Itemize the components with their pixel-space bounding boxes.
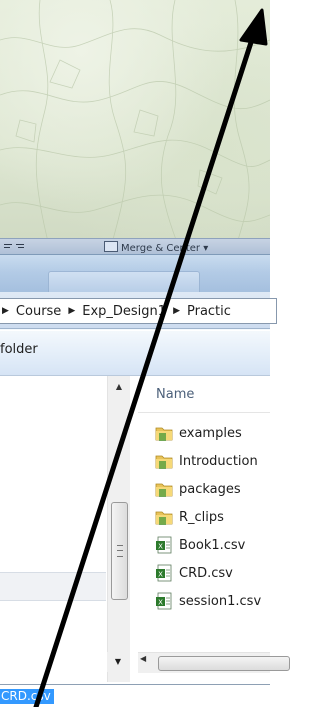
folder-icon: [155, 427, 173, 441]
title-glass-highlight: [48, 271, 200, 292]
breadcrumb[interactable]: ▶ Course ▶ Exp_Design1 ▶ Practic: [0, 298, 277, 324]
nav-selected-item[interactable]: [0, 572, 106, 601]
scroll-left-arrow-icon[interactable]: ◀: [140, 654, 146, 663]
merge-icon: [104, 241, 118, 252]
file-name: Introduction: [179, 453, 258, 469]
breadcrumb-course[interactable]: Course: [11, 304, 66, 319]
folder-icon: [155, 455, 173, 469]
nav-scroll-thumb[interactable]: [111, 502, 128, 600]
ribbon-align-icons: [4, 244, 24, 248]
column-header-name-label: Name: [156, 387, 195, 402]
file-list-hscrollbar[interactable]: ◀: [138, 652, 290, 673]
breadcrumb-practic[interactable]: Practic: [182, 304, 236, 319]
scroll-grip-icon: [117, 545, 123, 557]
file-list-item[interactable]: packages: [155, 478, 241, 500]
breadcrumb-exp-design1[interactable]: Exp_Design1: [77, 304, 171, 319]
file-name: R_clips: [179, 509, 224, 525]
file-name: session1.csv: [179, 593, 262, 609]
file-name: examples: [179, 425, 242, 441]
scroll-up-arrow-icon[interactable]: ▲: [108, 378, 130, 396]
excel-csv-icon: X: [156, 564, 172, 582]
merge-center-label: Merge & Center ▾: [121, 243, 209, 254]
new-folder-button[interactable]: folder: [0, 342, 38, 357]
desktop-wallpaper: [0, 0, 270, 250]
svg-text:X: X: [158, 599, 163, 607]
scroll-down-arrow-icon[interactable]: ▼: [107, 652, 129, 672]
column-header-name[interactable]: Name: [138, 376, 270, 413]
file-list-item[interactable]: R_clips: [155, 506, 224, 528]
breadcrumb-separator-icon[interactable]: ▶: [0, 306, 11, 316]
filename-field[interactable]: CRD.csv: [0, 684, 270, 708]
excel-csv-icon: X: [156, 592, 172, 610]
toolbar-highlight: [0, 330, 270, 331]
dialog-title-bar[interactable]: [0, 254, 270, 293]
nav-pane-scrollbar[interactable]: ▲: [107, 376, 130, 682]
breadcrumb-separator-icon[interactable]: ▶: [171, 306, 182, 316]
excel-csv-icon: X: [156, 536, 172, 554]
command-toolbar: folder: [0, 329, 270, 376]
folder-icon: [155, 511, 173, 525]
merge-center-button[interactable]: Merge & Center ▾: [104, 241, 208, 254]
svg-text:X: X: [158, 571, 163, 579]
excel-ribbon-strip: Merge & Center ▾: [0, 238, 270, 255]
file-list-item[interactable]: Introduction: [155, 450, 258, 472]
file-list-item[interactable]: X Book1.csv: [155, 534, 245, 556]
wallpaper-texture: [0, 0, 270, 250]
pane-splitter[interactable]: [130, 376, 138, 682]
file-list-item[interactable]: X CRD.csv: [155, 562, 233, 584]
file-list-item[interactable]: examples: [155, 422, 242, 444]
hscroll-thumb[interactable]: [158, 656, 290, 671]
file-list-item[interactable]: X session1.csv: [155, 590, 261, 612]
svg-text:X: X: [158, 543, 163, 551]
file-name: packages: [179, 481, 241, 497]
file-name: CRD.csv: [179, 565, 233, 581]
filename-selected-text[interactable]: CRD.csv: [0, 689, 54, 704]
breadcrumb-separator-icon[interactable]: ▶: [66, 306, 77, 316]
file-name: Book1.csv: [179, 537, 246, 553]
address-bar: ▶ Course ▶ Exp_Design1 ▶ Practic: [0, 292, 277, 329]
folder-icon: [155, 483, 173, 497]
